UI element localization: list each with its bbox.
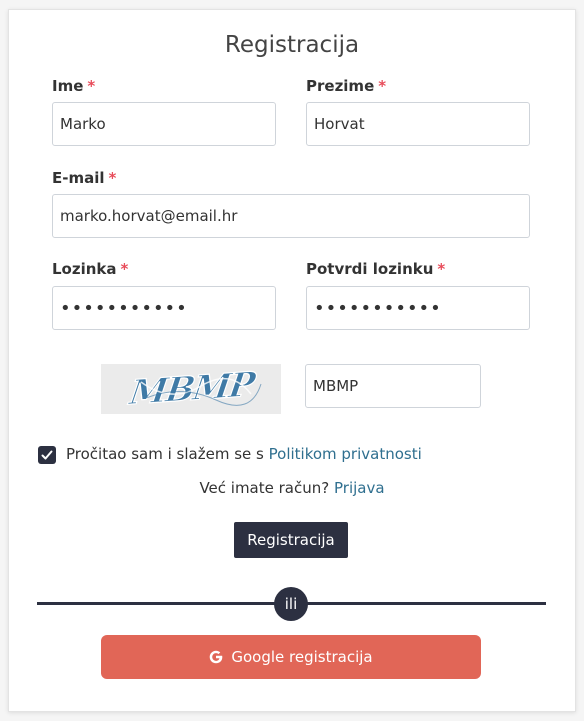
- google-g-icon: [210, 650, 223, 664]
- required-mark: *: [437, 260, 446, 278]
- page-title: Registracija: [224, 32, 360, 58]
- captcha-text: MBMP: [126, 365, 259, 413]
- privacy-policy-link[interactable]: Politikom privatnosti: [269, 445, 422, 463]
- required-mark: *: [87, 77, 96, 95]
- password-label: Lozinka *: [52, 260, 129, 278]
- required-mark: *: [120, 260, 129, 278]
- captcha-image: MBMP: [101, 364, 281, 414]
- checkmark-icon: [41, 450, 53, 460]
- last-name-label: Prezime *: [306, 77, 387, 95]
- register-button[interactable]: Registracija: [234, 522, 348, 558]
- confirm-password-label: Potvrdi lozinku *: [306, 260, 446, 278]
- divider-or-badge: ili: [274, 587, 308, 621]
- captcha-input[interactable]: [305, 364, 481, 408]
- confirm-password-input[interactable]: [306, 286, 530, 330]
- required-mark: *: [108, 169, 117, 187]
- required-mark: *: [378, 77, 387, 95]
- registration-card: Registracija Ime* Prezime* E-mail* Lozin…: [8, 9, 576, 712]
- google-register-label: Google registracija: [231, 648, 373, 666]
- last-name-input[interactable]: [306, 102, 530, 146]
- terms-text: Pročitao sam i slažem se s Politikom pri…: [66, 445, 422, 463]
- login-link[interactable]: Prijava: [334, 479, 385, 497]
- email-label: E-mail *: [52, 169, 117, 187]
- email-input[interactable]: [52, 194, 530, 238]
- google-register-button[interactable]: Google registracija: [101, 635, 481, 679]
- first-name-input[interactable]: [52, 102, 276, 146]
- login-prompt: Već imate račun? Prijava: [199, 479, 385, 497]
- terms-checkbox[interactable]: [38, 446, 56, 464]
- first-name-label: Ime *: [52, 77, 96, 95]
- password-input[interactable]: [52, 286, 276, 330]
